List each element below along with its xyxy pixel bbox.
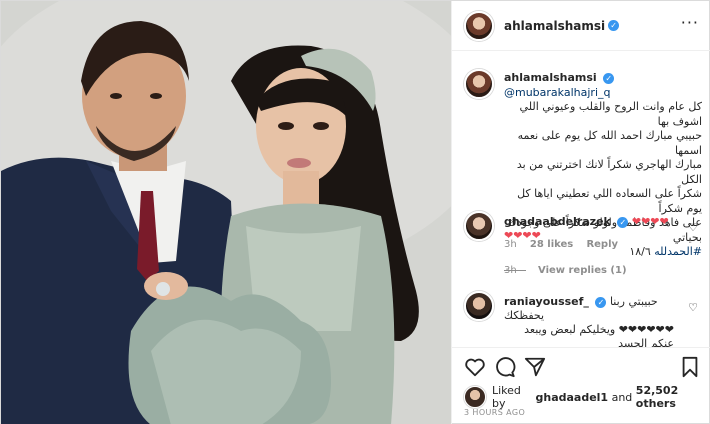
comments-section: ahlamalshamsi ✓ @mubarakalhajri_q كل عام… [452, 51, 710, 347]
verified-badge-icon: ✓ [617, 217, 629, 228]
couple-photo-illustration [1, 1, 451, 424]
verified-badge-icon: ✓ [595, 297, 607, 308]
bookmark-icon[interactable] [679, 356, 701, 378]
caption-date: ١٨/٦ [629, 245, 651, 258]
verified-badge-icon: ✓ [608, 20, 620, 31]
commenter-avatar[interactable] [464, 211, 494, 241]
view-replies-label: View replies (1) [538, 265, 627, 276]
author-username[interactable]: ahlamalshamsi [504, 19, 605, 33]
caption-line-3: مبارك الهاجري شكراً لانك اخترتني من بد ا… [516, 158, 702, 186]
post-actions: Liked by ghadaadel1 and 52,502 others 3 … [452, 347, 710, 424]
comment-text-line-2: ❤❤❤❤❤❤ ويخليكم لبعض ويبعد عنكم الحسد [524, 323, 674, 347]
likes-others[interactable]: 52,502 others [636, 384, 710, 410]
commenter-username[interactable]: ghadaabdelrazek [504, 215, 611, 228]
likes-and: and [611, 390, 633, 404]
post-sidebar: ahlamalshamsi ✓ ··· ahlamalshamsi ✓ @mub… [451, 1, 710, 424]
comment-likes[interactable]: 28 likes [530, 239, 573, 250]
comment-icon[interactable] [494, 356, 516, 378]
likes-summary: Liked by ghadaadel1 and 52,502 others [464, 384, 710, 410]
caption-line-2: حبيبي مبارك احمد الله كل يوم على نعمه اس… [517, 129, 702, 157]
share-icon[interactable] [524, 356, 546, 378]
commenter-avatar[interactable] [464, 291, 494, 321]
post-photo[interactable] [1, 1, 451, 424]
author-avatar[interactable] [464, 10, 494, 41]
commenter-username[interactable]: raniayoussef_ [504, 295, 589, 308]
comment-meta: 3h 28 likes Reply [504, 239, 628, 250]
comment-age: 3h [504, 239, 517, 250]
view-replies-line [504, 269, 526, 271]
caption-line-1: كل عام وانت الروح والقلب وعيوني اللي اشو… [519, 100, 702, 128]
liker-avatar[interactable] [464, 386, 486, 408]
comment-body: raniayoussef_ ✓ حبيبتي ربنا يحفظكك ❤❤❤❤❤… [504, 295, 674, 347]
comment-like-heart-icon[interactable]: ♡ [688, 301, 698, 314]
caption-author-avatar[interactable] [464, 69, 494, 99]
post-timestamp[interactable]: 3 HOURS AGO [464, 408, 525, 417]
post-header: ahlamalshamsi ✓ ··· [452, 1, 710, 51]
liker-username[interactable]: ghadaadel1 [535, 391, 608, 404]
heart-icon[interactable] [464, 356, 486, 378]
comment-like-heart-icon[interactable]: ♡ [688, 221, 698, 234]
comment-reply-button[interactable]: Reply [586, 239, 618, 250]
more-options-icon[interactable]: ··· [681, 15, 699, 31]
instagram-post: ahlamalshamsi ✓ ··· ahlamalshamsi ✓ @mub… [0, 0, 710, 424]
caption-username[interactable]: ahlamalshamsi [504, 71, 597, 84]
view-replies-button[interactable]: View replies (1) [504, 265, 627, 276]
caption-hashtag[interactable]: #الحمدلله [654, 245, 702, 258]
caption-line-4: شكراً على السعاده اللي تعطيني اياها كل ي… [517, 187, 702, 215]
likes-prefix: Liked by [492, 384, 521, 410]
verified-badge-icon: ✓ [603, 73, 615, 84]
caption-mention[interactable]: @mubarakalhajri_q [504, 86, 610, 99]
